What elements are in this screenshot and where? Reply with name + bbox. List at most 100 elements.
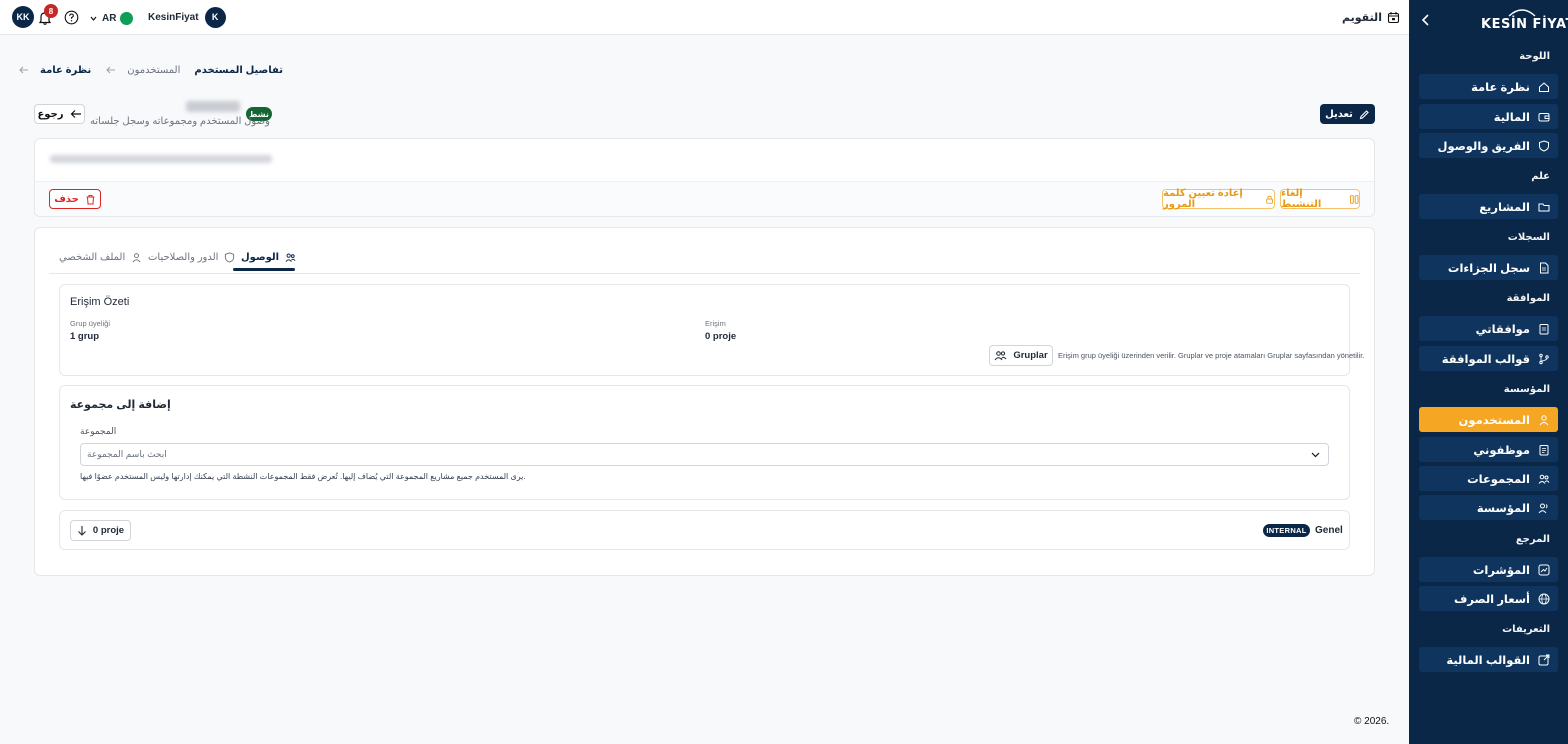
sidebar-item-my-approvals[interactable]: موافقاتي xyxy=(1419,316,1558,341)
shield-icon xyxy=(225,251,235,263)
tab-label: الوصول xyxy=(241,251,280,263)
sidebar-item-label: المالية xyxy=(1493,111,1530,124)
users-icon xyxy=(285,253,296,262)
projects-count: 0 proje xyxy=(92,525,125,536)
user-avatar[interactable]: KK xyxy=(12,6,34,28)
groups-label: Gruplar xyxy=(1013,350,1048,361)
pencil-icon xyxy=(1359,109,1369,119)
groups-button[interactable]: Gruplar xyxy=(989,345,1053,366)
trash-icon xyxy=(86,194,95,204)
copyright: © 2026. xyxy=(1354,716,1390,727)
group-membership-label: Grup üyeliği xyxy=(70,319,111,328)
sidebar-item-finance[interactable]: المالية xyxy=(1419,104,1558,129)
sidebar-item-label: القوالب المالية xyxy=(1446,654,1530,667)
group-search-placeholder: ابحث باسم المجموعة xyxy=(87,449,167,459)
back-label: رجوع xyxy=(37,108,64,120)
reset-password-button[interactable]: إعادة تعيين كلمة المرور xyxy=(1162,188,1275,210)
chevron-left-icon[interactable] xyxy=(1419,13,1433,27)
clipboard-icon xyxy=(1539,323,1549,334)
sidebar-item-team-access[interactable]: الفريق والوصول xyxy=(1419,133,1558,158)
sidebar-item-indicators[interactable]: المؤشرات xyxy=(1419,557,1558,582)
breadcrumb-overview[interactable]: نظرة عامة xyxy=(40,65,91,76)
user-name-redacted xyxy=(186,101,240,112)
sidebar-item-projects[interactable]: المشاريع xyxy=(1419,194,1558,219)
sidebar-item-organization[interactable]: المؤسسة xyxy=(1419,495,1558,520)
shield-icon xyxy=(1539,139,1549,152)
arrow-left-icon xyxy=(19,66,28,74)
folder-icon xyxy=(1538,203,1550,211)
org-name: KesinFiyat xyxy=(148,11,199,23)
access-value: 0 proje xyxy=(705,331,737,342)
sidebar-item-label: المستخدمون xyxy=(1458,414,1530,427)
section-label: علم xyxy=(1531,171,1550,182)
calendar-label: التقويم xyxy=(1342,11,1382,24)
wallet-icon xyxy=(1538,112,1550,121)
breadcrumb-users[interactable]: المستخدمون xyxy=(127,65,180,76)
user-title: نشط وصول المستخدم ومجموعاته وسجل جلساته xyxy=(90,101,275,131)
calendar-link[interactable]: التقويم xyxy=(1342,8,1400,26)
section-label: اللوحة xyxy=(1519,51,1550,62)
home-icon xyxy=(1539,81,1549,92)
file-icon xyxy=(1540,262,1549,273)
tab-access[interactable]: الوصول xyxy=(241,250,296,264)
logo-arc-icon xyxy=(1508,9,1536,17)
sidebar-item-label: الفريق والوصول xyxy=(1437,140,1531,153)
tab-profile[interactable]: الملف الشخصي xyxy=(59,250,142,264)
language-selector[interactable]: AR xyxy=(89,8,141,28)
access-summary-title: Erişim Özeti xyxy=(70,296,130,308)
lock-icon xyxy=(1266,195,1273,204)
chart-icon xyxy=(1538,564,1550,575)
back-button[interactable]: رجوع xyxy=(34,104,85,124)
sidebar-item-finance-templates[interactable]: القوالب المالية xyxy=(1419,647,1558,672)
section-label: التعريفات xyxy=(1502,624,1550,635)
clipboard-list-icon xyxy=(1539,444,1549,455)
sidebar-item-label: أسعار الصرف xyxy=(1454,593,1530,606)
tabs-divider xyxy=(49,273,1360,274)
group-help-text: يرى المستخدم جميع مشاريع المجموعة التي ي… xyxy=(80,472,526,481)
sidebar-item-label: قوالب الموافقة xyxy=(1441,353,1530,366)
group-search-select[interactable] xyxy=(80,443,1329,466)
sidebar-item-label: المجموعات xyxy=(1467,473,1530,486)
projects-expand-button[interactable]: 0 proje xyxy=(70,520,131,541)
sidebar-item-approval-templates[interactable]: قوالب الموافقة xyxy=(1419,346,1558,371)
sidebar-item-label: نظرة عامة xyxy=(1471,81,1530,94)
users-icon xyxy=(994,351,1007,361)
tab-label: الملف الشخصي xyxy=(59,251,126,263)
help-icon[interactable] xyxy=(64,10,79,25)
breadcrumb: نظرة عامة المستخدمون تفاصيل المستخدم xyxy=(18,63,283,77)
sidebar-item-penalty-log[interactable]: سجل الجزاءات xyxy=(1419,255,1558,280)
arrow-left-icon xyxy=(70,110,81,118)
sidebar: KESİN FİYAT اللوحة نظرة عامة المالية الف… xyxy=(1409,0,1568,744)
branch-icon xyxy=(1539,353,1549,364)
sidebar-item-groups[interactable]: المجموعات xyxy=(1419,466,1558,491)
topbar: KK 8 AR KesinFiyat K التقويم xyxy=(0,0,1409,35)
tab-label: الدور والصلاحيات xyxy=(148,251,219,263)
delete-button[interactable]: حذف xyxy=(49,189,101,209)
org-avatar: K xyxy=(204,6,226,28)
sidebar-item-label: المشاريع xyxy=(1479,201,1530,214)
chevron-down-icon[interactable] xyxy=(1310,449,1321,460)
edit-button[interactable]: تعديل xyxy=(1320,104,1375,124)
deactivate-button[interactable]: إلغاء التنشيط xyxy=(1280,188,1360,210)
breadcrumb-current: تفاصيل المستخدم xyxy=(194,64,283,76)
deactivate-label: إلغاء التنشيط xyxy=(1281,188,1322,210)
language-code: AR xyxy=(102,12,117,24)
flag-icon xyxy=(120,11,134,25)
arrow-down-icon xyxy=(78,526,86,536)
org-switcher[interactable]: KesinFiyat K xyxy=(148,6,226,28)
tab-role-permissions[interactable]: الدور والصلاحيات xyxy=(148,250,235,264)
sidebar-item-label: موافقاتي xyxy=(1475,323,1530,336)
group-type-badge: INTERNAL xyxy=(1263,524,1310,537)
notification-count-badge: 8 xyxy=(44,4,58,18)
sidebar-item-overview[interactable]: نظرة عامة xyxy=(1419,74,1558,99)
sidebar-item-label: موظفوني xyxy=(1473,444,1530,457)
sidebar-item-exchange-rates[interactable]: أسعار الصرف xyxy=(1419,586,1558,611)
pause-icon xyxy=(1349,194,1359,204)
group-field-label: المجموعة xyxy=(80,426,117,436)
sidebar-item-label: سجل الجزاءات xyxy=(1447,262,1530,275)
sidebar-item-my-staff[interactable]: موظفوني xyxy=(1419,437,1558,462)
sidebar-item-users[interactable]: المستخدمون xyxy=(1419,407,1558,432)
section-label: السجلات xyxy=(1507,232,1550,243)
user-icon xyxy=(132,252,141,262)
page-subtitle: وصول المستخدم ومجموعاته وسجل جلساته xyxy=(90,116,270,127)
